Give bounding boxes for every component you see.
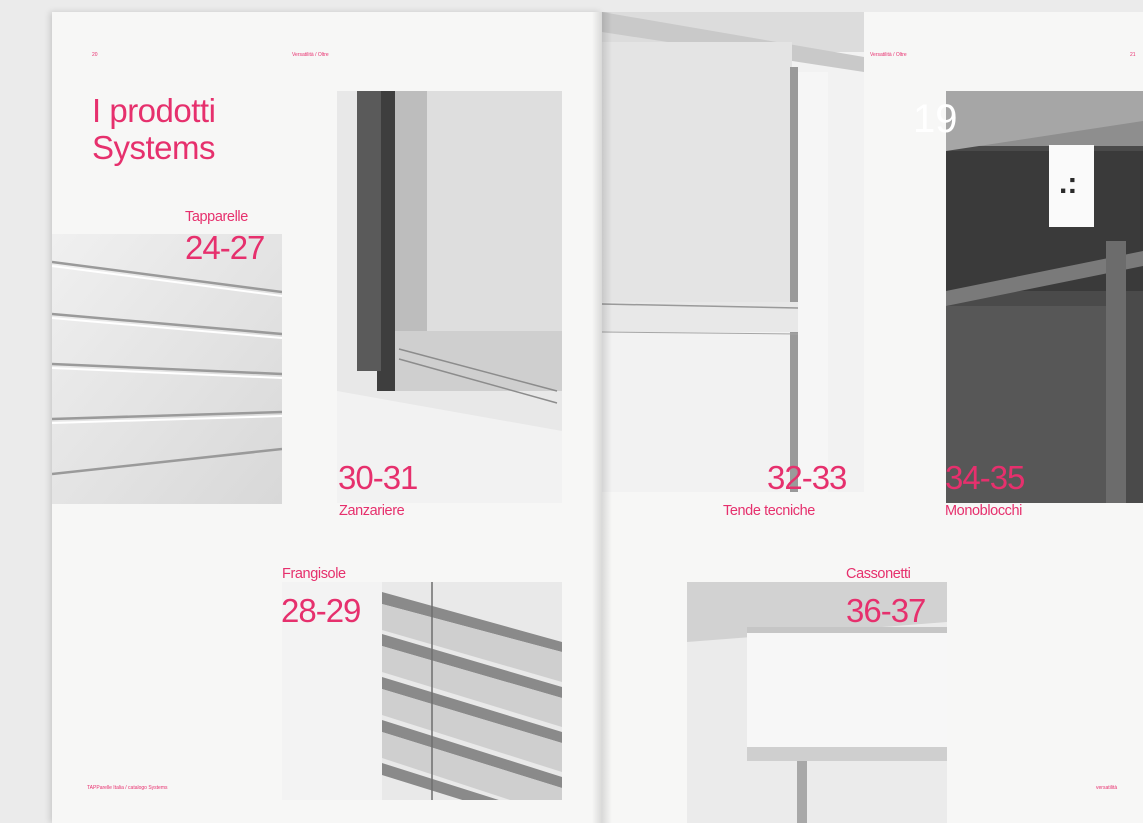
right-page-header-number: 21 [1130,52,1136,58]
left-page-footer: TAPParelle Italia / catalogo Systems [87,785,168,791]
left-page-header-number: 20 [92,52,98,58]
section-label-zanzariere: Zanzariere [339,503,405,519]
section-pages-tende-tecniche: 32-33 [767,459,847,496]
page-title-line1: I prodotti [92,92,216,129]
section-pages-tapparelle: 24-27 [185,229,265,266]
right-page: Versatilità / Oltre 21 .: 19 32-33 Tende… [602,12,1143,823]
section-pages-cassonetti: 36-37 [846,592,926,629]
left-page-header-section: Versatilità / Oltre [292,52,329,58]
sign-icon: .: [1049,145,1094,227]
right-page-header-section: Versatilità / Oltre [870,52,907,58]
zanzariere-photo [337,91,562,503]
section-pages-frangisole: 28-29 [281,592,361,629]
section-label-cassonetti: Cassonetti [846,566,911,582]
section-pages-zanzariere: 30-31 [338,459,418,496]
section-label-tende-tecniche: Tende tecniche [723,503,815,519]
tapparelle-photo [52,234,282,504]
left-page: 20 Versatilità / Oltre I prodotti System… [52,12,602,823]
section-label-tapparelle: Tapparelle [185,209,248,225]
section-label-monoblocchi: Monoblocchi [945,503,1023,519]
section-pages-monoblocchi: 34-35 [945,459,1025,496]
svg-text:.:: .: [1059,167,1077,200]
right-page-footer: versatilità [1096,785,1118,791]
page-title-line2: Systems [92,129,216,166]
tende-tecniche-photo [602,12,864,492]
monoblocchi-photo [946,91,1143,503]
section-label-frangisole: Frangisole [282,566,346,582]
page-number: 19 [913,97,958,141]
